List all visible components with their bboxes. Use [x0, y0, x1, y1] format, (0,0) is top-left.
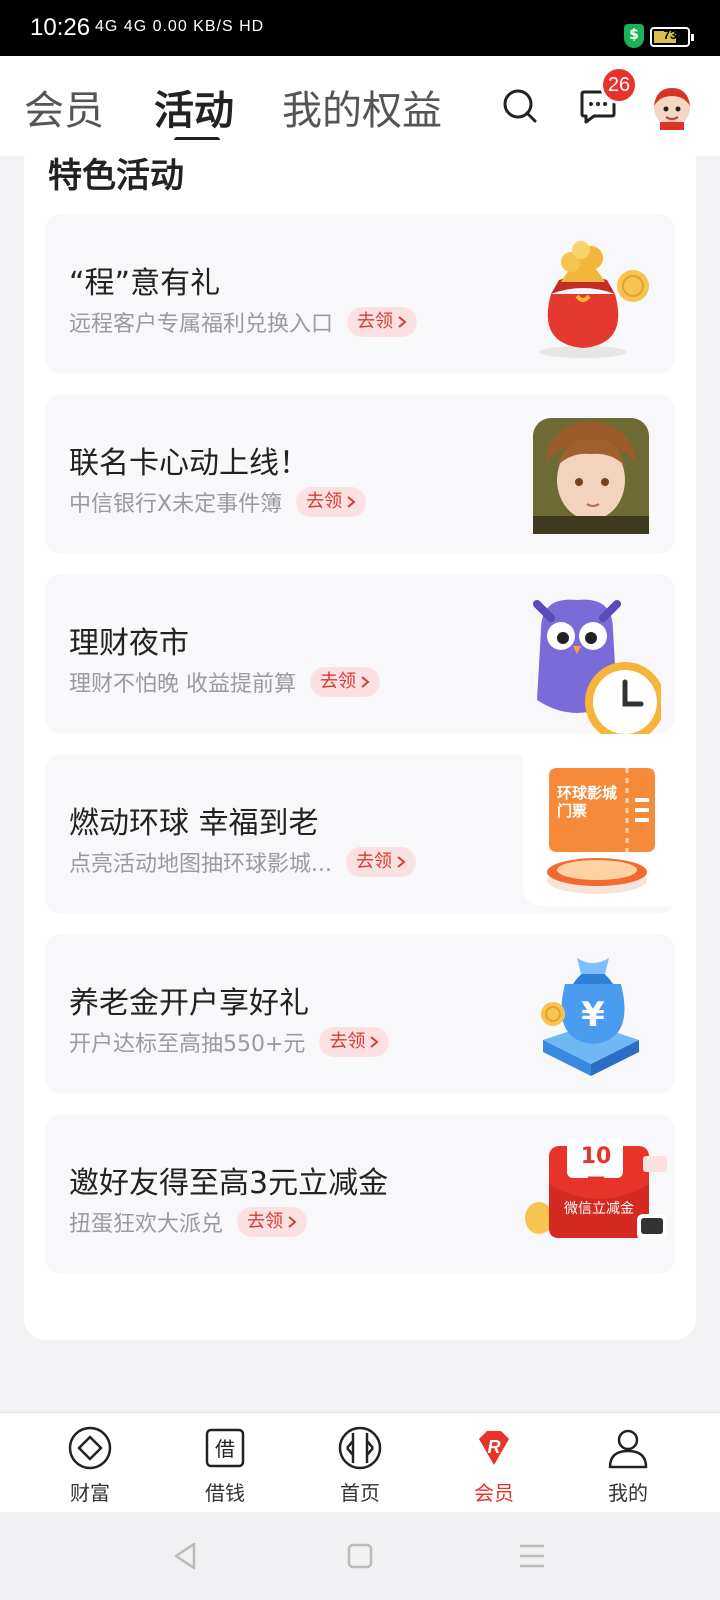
search-icon[interactable]	[500, 86, 540, 126]
claim-button[interactable]: 去领	[237, 1207, 308, 1237]
activity-item[interactable]: 理财夜市 理财不怕晚 收益提前算 去领	[45, 574, 675, 734]
activity-item[interactable]: 邀好友得至高3元立减金 扭蛋狂欢大派兑 去领 10元 微信立减金	[45, 1114, 675, 1274]
nav-label: 借钱	[205, 1481, 245, 1505]
tab-activity[interactable]: 活动	[154, 78, 234, 136]
svg-text:借: 借	[215, 1437, 235, 1461]
network-status: 4G 4G 0.00 KB/S HD	[95, 18, 265, 35]
loan-icon: 借	[205, 1428, 245, 1468]
back-icon[interactable]	[166, 1536, 206, 1576]
activity-item[interactable]: 联名卡心动上线！ 中信银行X未定事件簿 去领	[45, 394, 675, 554]
claim-button[interactable]: 去领	[345, 847, 416, 877]
anime-character-icon	[533, 418, 649, 534]
nav-label: 首页	[340, 1481, 380, 1505]
chevron-right-icon	[370, 1036, 379, 1048]
nav-label: 我的	[608, 1481, 648, 1505]
menu-icon[interactable]	[512, 1536, 552, 1576]
activity-subtitle: 点亮活动地图抽环球影城...	[69, 852, 332, 877]
member-icon: R	[479, 1431, 509, 1465]
activity-subtitle: 远程客户专属福利兑换入口	[69, 312, 334, 337]
profile-icon	[608, 1429, 648, 1469]
nav-label: 会员	[474, 1481, 514, 1505]
activity-title: 燃动环球 幸福到老	[69, 806, 319, 841]
system-nav-bar	[0, 1512, 720, 1600]
voucher-amount: 10元	[580, 1144, 612, 1200]
tab-member[interactable]: 会员	[24, 78, 104, 136]
activity-subtitle: 扭蛋狂欢大派兑	[69, 1212, 224, 1237]
ticket-text: 环球影城 门票	[557, 784, 618, 820]
yuan-bag-icon: ¥	[541, 958, 639, 1076]
ticket-image: 环球影城 门票	[523, 754, 675, 906]
section-title: 特色活动	[48, 156, 184, 196]
activity-item[interactable]: 养老金开户享好礼 开户达标至高抽550+元 去领 ¥	[45, 934, 675, 1094]
activity-item[interactable]: 燃动环球 幸福到老 点亮活动地图抽环球影城... 去领 环球影城 门票	[45, 754, 675, 914]
status-bar: 10:26 4G 4G 0.00 KB/S HD $ 73	[0, 0, 720, 56]
activity-subtitle: 理财不怕晚 收益提前算	[69, 672, 296, 697]
activity-title: 养老金开户享好礼	[69, 986, 309, 1021]
nav-loan[interactable]: 借 借钱	[175, 1425, 275, 1506]
chevron-right-icon	[398, 316, 407, 328]
claim-button[interactable]: 去领	[347, 307, 418, 337]
activity-title: 邀好友得至高3元立减金	[69, 1166, 389, 1201]
claim-button[interactable]: 去领	[310, 667, 380, 697]
wealth-icon	[68, 1426, 112, 1470]
chevron-right-icon	[397, 856, 406, 868]
voucher-label: 微信立减金	[564, 1201, 634, 1217]
svg-text:¥: ¥	[581, 995, 605, 1035]
chevron-right-icon	[288, 1216, 297, 1228]
nav-wealth[interactable]: 财富	[40, 1425, 140, 1506]
home-icon	[338, 1426, 382, 1470]
avatar-icon[interactable]	[648, 82, 696, 130]
nav-member[interactable]: R 会员	[444, 1425, 544, 1506]
activity-subtitle: 开户达标至高抽550+元	[69, 1032, 306, 1057]
activity-title: 联名卡心动上线！	[69, 446, 309, 481]
nav-home[interactable]: 首页	[310, 1425, 410, 1506]
money-bag-icon	[539, 241, 649, 358]
red-envelope-image: 10元 微信立减金	[523, 1124, 671, 1264]
ticket-icon	[547, 768, 655, 894]
svg-text:R: R	[488, 1437, 501, 1457]
activity-item[interactable]: “程”意有礼 远程客户专属福利兑换入口 去领	[45, 214, 675, 374]
message-badge: 26	[600, 66, 638, 104]
bottom-nav: 财富 借 借钱 首页 R 会员 我的	[0, 1412, 720, 1512]
chevron-right-icon	[347, 496, 356, 508]
activity-title: 理财夜市	[69, 626, 189, 661]
owl-clock-icon	[533, 599, 661, 734]
activity-title: “程”意有礼	[69, 266, 221, 301]
status-time: 10:26	[30, 14, 91, 41]
battery-level: 73	[663, 28, 677, 42]
activity-subtitle: 中信银行X未定事件簿	[69, 492, 283, 517]
nav-profile[interactable]: 我的	[578, 1425, 678, 1506]
tab-my-benefits[interactable]: 我的权益	[282, 78, 442, 136]
battery-icon: 73	[650, 27, 694, 47]
home-square-icon[interactable]	[340, 1536, 380, 1576]
chevron-right-icon	[361, 676, 370, 688]
claim-button[interactable]: 去领	[296, 487, 367, 517]
claim-button[interactable]: 去领	[319, 1027, 390, 1057]
shield-dollar-icon: $	[624, 24, 644, 48]
nav-label: 财富	[70, 1481, 110, 1505]
